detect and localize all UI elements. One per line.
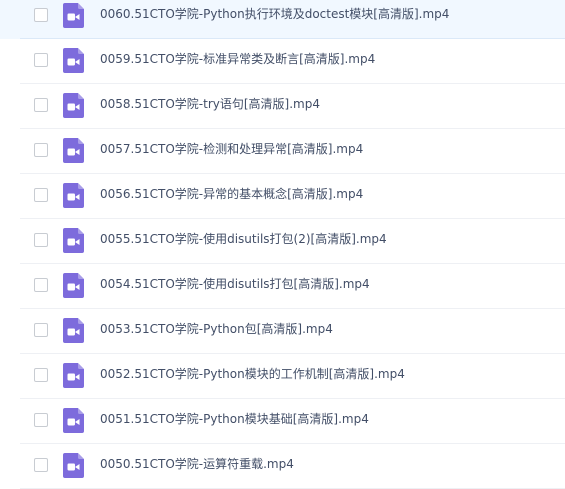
file-row[interactable]: 0055.51CTO学院-使用disutils打包(2)[高清版].mp4 — [0, 219, 565, 264]
video-file-icon — [63, 453, 84, 478]
row-checkbox[interactable] — [34, 278, 48, 292]
file-row[interactable]: 0060.51CTO学院-Python执行环境及doctest模块[高清版].m… — [0, 0, 565, 39]
video-file-icon — [63, 138, 84, 163]
file-name[interactable]: 0050.51CTO学院-运算符重载.mp4 — [100, 456, 294, 472]
row-checkbox[interactable] — [34, 53, 48, 67]
file-list: 0060.51CTO学院-Python执行环境及doctest模块[高清版].m… — [0, 0, 565, 489]
row-checkbox[interactable] — [34, 458, 48, 472]
row-checkbox[interactable] — [34, 8, 48, 22]
row-checkbox[interactable] — [34, 323, 48, 337]
file-name[interactable]: 0054.51CTO学院-使用disutils打包[高清版].mp4 — [100, 276, 370, 292]
video-file-icon — [63, 228, 84, 253]
video-file-icon — [63, 318, 84, 343]
file-name[interactable]: 0051.51CTO学院-Python模块基础[高清版].mp4 — [100, 411, 369, 427]
file-name[interactable]: 0058.51CTO学院-try语句[高清版].mp4 — [100, 96, 320, 112]
video-file-icon — [63, 408, 84, 433]
file-row[interactable]: 0052.51CTO学院-Python模块的工作机制[高清版].mp4 — [0, 354, 565, 399]
file-row[interactable]: 0058.51CTO学院-try语句[高清版].mp4 — [0, 84, 565, 129]
file-row[interactable]: 0053.51CTO学院-Python包[高清版].mp4 — [0, 309, 565, 354]
video-file-icon — [63, 183, 84, 208]
file-name[interactable]: 0056.51CTO学院-异常的基本概念[高清版].mp4 — [100, 186, 363, 202]
file-row[interactable]: 0057.51CTO学院-检测和处理异常[高清版].mp4 — [0, 129, 565, 174]
file-name[interactable]: 0059.51CTO学院-标准异常类及断言[高清版].mp4 — [100, 51, 375, 67]
file-row[interactable]: 0059.51CTO学院-标准异常类及断言[高清版].mp4 — [0, 39, 565, 84]
video-file-icon — [63, 48, 84, 73]
row-checkbox[interactable] — [34, 368, 48, 382]
file-name[interactable]: 0057.51CTO学院-检测和处理异常[高清版].mp4 — [100, 141, 363, 157]
file-row[interactable]: 0056.51CTO学院-异常的基本概念[高清版].mp4 — [0, 174, 565, 219]
file-name[interactable]: 0060.51CTO学院-Python执行环境及doctest模块[高清版].m… — [100, 6, 449, 22]
row-checkbox[interactable] — [34, 143, 48, 157]
file-name[interactable]: 0053.51CTO学院-Python包[高清版].mp4 — [100, 321, 333, 337]
video-file-icon — [63, 363, 84, 388]
video-file-icon — [63, 3, 84, 28]
row-checkbox[interactable] — [34, 233, 48, 247]
video-file-icon — [63, 273, 84, 298]
file-name[interactable]: 0055.51CTO学院-使用disutils打包(2)[高清版].mp4 — [100, 231, 387, 247]
row-checkbox[interactable] — [34, 413, 48, 427]
file-name[interactable]: 0052.51CTO学院-Python模块的工作机制[高清版].mp4 — [100, 366, 405, 382]
row-checkbox[interactable] — [34, 98, 48, 112]
video-file-icon — [63, 93, 84, 118]
file-row[interactable]: 0050.51CTO学院-运算符重载.mp4 — [0, 444, 565, 489]
row-checkbox[interactable] — [34, 188, 48, 202]
file-row[interactable]: 0054.51CTO学院-使用disutils打包[高清版].mp4 — [0, 264, 565, 309]
file-row[interactable]: 0051.51CTO学院-Python模块基础[高清版].mp4 — [0, 399, 565, 444]
